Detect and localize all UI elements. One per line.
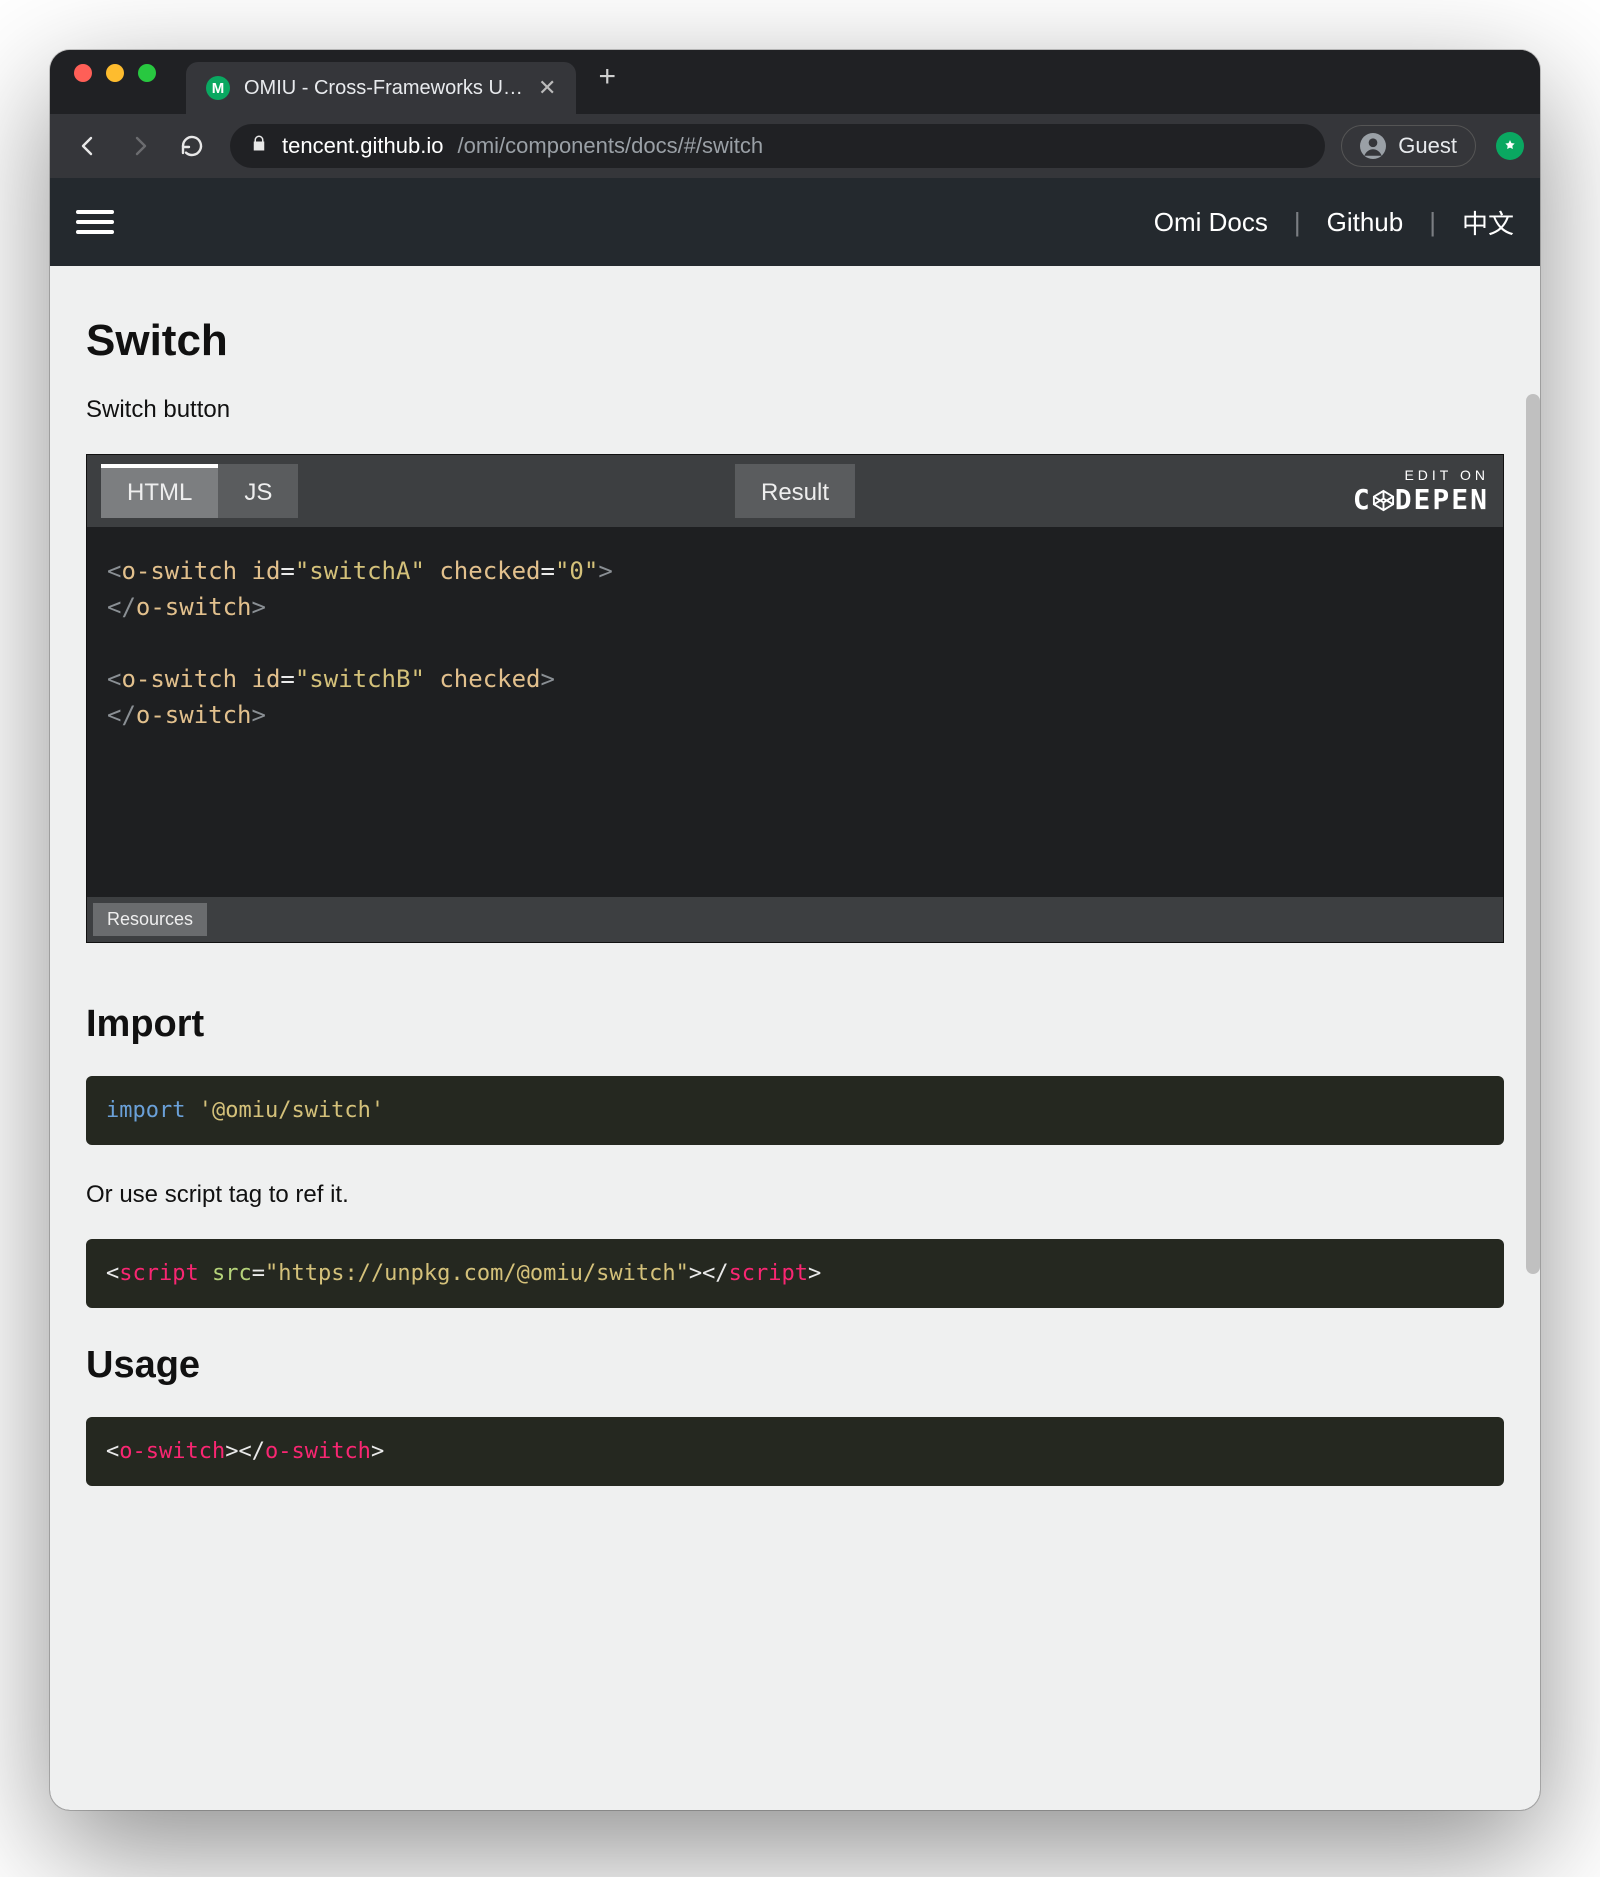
codepen-embed: HTML JS Result EDIT ON CDEPEN <o-switch … [86, 454, 1504, 943]
forward-button[interactable] [118, 124, 162, 168]
page-subtitle: Switch button [86, 396, 1504, 424]
profile-label: Guest [1398, 133, 1457, 159]
code-script: <script src="https://unpkg.com/@omiu/swi… [86, 1239, 1504, 1308]
url-host: tencent.github.io [282, 133, 443, 159]
codepen-code: <o-switch id="switchA" checked="0"> </o-… [87, 527, 1503, 897]
browser-tab[interactable]: M OMIU - Cross-Frameworks UI F ✕ [186, 62, 576, 114]
nav-link-github[interactable]: Github [1327, 207, 1404, 238]
browser-tabstrip: M OMIU - Cross-Frameworks UI F ✕ + [50, 50, 1540, 114]
profile-chip[interactable]: Guest [1341, 125, 1476, 167]
page-viewport: Omi Docs | Github | 中文 Switch Switch but… [50, 178, 1540, 1810]
tab-html[interactable]: HTML [101, 464, 218, 518]
codepen-edit-label: EDIT ON [1353, 467, 1489, 483]
nav-separator: | [1294, 207, 1301, 238]
address-bar[interactable]: tencent.github.io/omi/components/docs/#/… [230, 124, 1325, 168]
code-usage: <o-switch></o-switch> [86, 1417, 1504, 1486]
nav-link-lang[interactable]: 中文 [1462, 204, 1514, 241]
tab-js[interactable]: JS [218, 464, 298, 518]
import-note: Or use script tag to ref it. [86, 1181, 1504, 1209]
tab-title: OMIU - Cross-Frameworks UI F [244, 77, 524, 100]
codepen-footer: Resources [87, 897, 1503, 942]
reload-button[interactable] [170, 124, 214, 168]
window-controls [64, 64, 166, 100]
codepen-resources-button[interactable]: Resources [93, 903, 207, 936]
codepen-logo: CDEPEN [1353, 483, 1489, 516]
codepen-edit-link[interactable]: EDIT ON CDEPEN [1353, 467, 1489, 516]
close-window-button[interactable] [74, 64, 92, 82]
menu-button[interactable] [76, 204, 114, 240]
extension-badge[interactable] [1496, 132, 1524, 160]
url-path: /omi/components/docs/#/switch [457, 133, 763, 159]
page-content: Switch Switch button HTML JS Result EDIT… [50, 266, 1540, 1810]
minimize-window-button[interactable] [106, 64, 124, 82]
browser-toolbar: tencent.github.io/omi/components/docs/#/… [50, 114, 1540, 178]
close-tab-icon[interactable]: ✕ [538, 75, 556, 101]
codepen-header: HTML JS Result EDIT ON CDEPEN [87, 455, 1503, 527]
section-heading-usage: Usage [86, 1344, 1504, 1387]
scrollbar[interactable] [1526, 394, 1540, 1274]
site-appbar: Omi Docs | Github | 中文 [50, 178, 1540, 266]
page-title: Switch [86, 316, 1504, 366]
user-icon [1360, 133, 1386, 159]
section-heading-import: Import [86, 1003, 1504, 1046]
nav-link-docs[interactable]: Omi Docs [1154, 207, 1268, 238]
tab-favicon: M [206, 76, 230, 100]
back-button[interactable] [66, 124, 110, 168]
lock-icon [250, 134, 268, 158]
tab-result[interactable]: Result [735, 464, 855, 518]
new-tab-button[interactable]: + [576, 60, 638, 104]
site-nav: Omi Docs | Github | 中文 [1154, 204, 1514, 241]
code-import: import '@omiu/switch' [86, 1076, 1504, 1145]
maximize-window-button[interactable] [138, 64, 156, 82]
nav-separator: | [1429, 207, 1436, 238]
